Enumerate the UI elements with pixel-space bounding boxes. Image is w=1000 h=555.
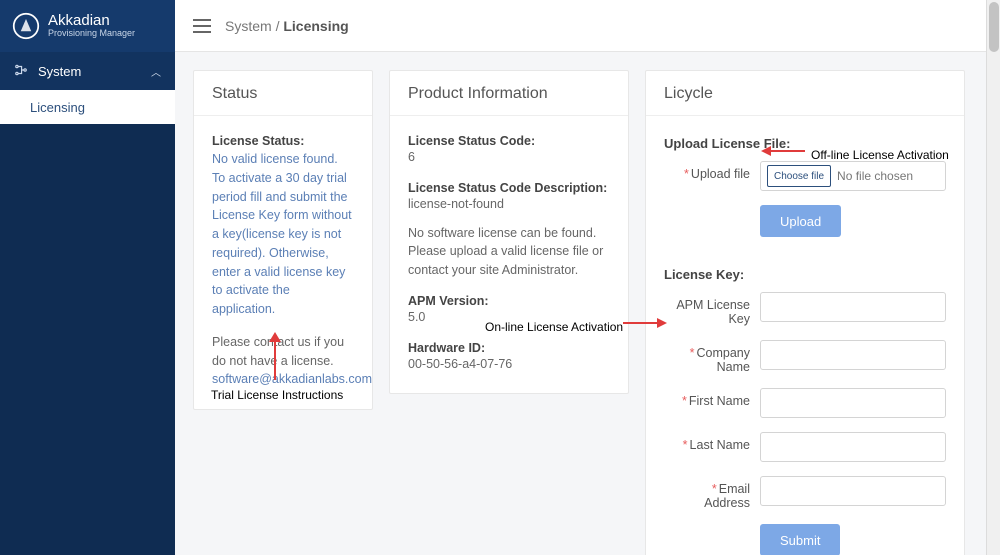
- hardware-id-value: 00-50-56-a4-07-76: [408, 355, 610, 374]
- product-card-title: Product Information: [390, 71, 628, 116]
- brand-subtitle: Provisioning Manager: [48, 29, 135, 39]
- first-name-label: First Name: [689, 394, 750, 408]
- sidebar-item-system[interactable]: System ︿: [0, 52, 175, 90]
- product-info-card: Product Information License Status Code:…: [389, 70, 629, 394]
- brand-logo-icon: [12, 12, 40, 40]
- status-desc-label: License Status Code Description:: [408, 181, 610, 195]
- scrollbar-thumb[interactable]: [989, 2, 999, 52]
- contact-text: Please contact us if you do not have a l…: [212, 333, 354, 371]
- first-name-input[interactable]: [760, 388, 946, 418]
- company-label: Company Name: [697, 346, 751, 374]
- licycle-card: Licycle Upload License File: *Upload fil…: [645, 70, 965, 555]
- upload-section-label: Upload License File:: [664, 136, 946, 151]
- upload-file-label: Upload file: [691, 167, 750, 181]
- apm-version-value: 5.0: [408, 308, 610, 327]
- main: System / Licensing Status License Status…: [175, 0, 1000, 555]
- last-name-label: Last Name: [690, 438, 750, 452]
- sidebar: Akkadian Provisioning Manager System ︿ L…: [0, 0, 175, 555]
- submit-button[interactable]: Submit: [760, 524, 840, 555]
- breadcrumb-current: Licensing: [283, 18, 348, 34]
- status-code-value: 6: [408, 148, 610, 167]
- topbar: System / Licensing: [175, 0, 1000, 52]
- sidebar-item-label: Licensing: [30, 100, 85, 115]
- status-card: Status License Status: No valid license …: [193, 70, 373, 410]
- brand: Akkadian Provisioning Manager: [0, 0, 175, 52]
- status-desc-value: license-not-found: [408, 195, 610, 214]
- license-key-section-label: License Key:: [664, 267, 946, 282]
- upload-button[interactable]: Upload: [760, 205, 841, 237]
- brand-title: Akkadian: [48, 13, 135, 30]
- apm-license-key-input[interactable]: [760, 292, 946, 322]
- status-desc-long: No software license can be found. Please…: [408, 224, 610, 280]
- licycle-card-title: Licycle: [646, 71, 964, 116]
- system-icon: [14, 63, 28, 80]
- apm-version-label: APM Version:: [408, 294, 610, 308]
- content: Status License Status: No valid license …: [175, 52, 1000, 555]
- chevron-up-icon: ︿: [151, 64, 161, 79]
- apm-license-key-label: APM License Key: [664, 292, 750, 326]
- contact-email[interactable]: software@akkadianlabs.com: [212, 370, 354, 389]
- file-chosen-text: No file chosen: [837, 169, 913, 183]
- license-status-label: License Status:: [212, 134, 354, 148]
- scrollbar[interactable]: [986, 0, 1000, 555]
- menu-toggle-icon[interactable]: [193, 19, 211, 33]
- last-name-input[interactable]: [760, 432, 946, 462]
- breadcrumb: System / Licensing: [225, 18, 349, 34]
- sidebar-group-label: System: [38, 64, 81, 79]
- status-code-label: License Status Code:: [408, 134, 610, 148]
- hardware-id-label: Hardware ID:: [408, 341, 610, 355]
- email-input[interactable]: [760, 476, 946, 506]
- choose-file-button[interactable]: Choose file: [767, 165, 831, 187]
- company-input[interactable]: [760, 340, 946, 370]
- status-card-title: Status: [194, 71, 372, 116]
- file-input[interactable]: Choose file No file chosen: [760, 161, 946, 191]
- breadcrumb-parent: System: [225, 18, 272, 34]
- sidebar-item-licensing[interactable]: Licensing: [0, 90, 175, 124]
- license-status-text: No valid license found. To activate a 30…: [212, 150, 354, 319]
